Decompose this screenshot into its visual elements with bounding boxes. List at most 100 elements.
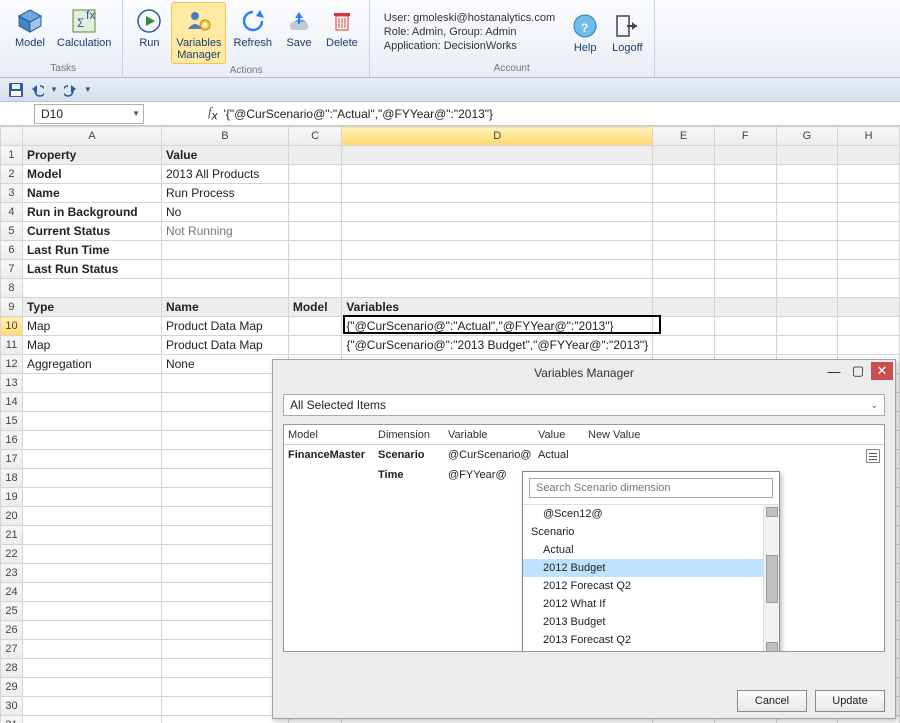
cell-G3[interactable] bbox=[776, 184, 838, 203]
filter-select[interactable]: All Selected Items ⌄ bbox=[283, 394, 885, 416]
row-header[interactable]: 16 bbox=[1, 431, 23, 450]
col-header-D[interactable]: D bbox=[342, 127, 653, 146]
cell-D9[interactable]: Variables bbox=[342, 298, 653, 317]
scroll-thumb[interactable] bbox=[766, 555, 778, 603]
help-button[interactable]: ? Help bbox=[565, 7, 605, 58]
cell-H9[interactable] bbox=[838, 298, 900, 317]
row-header[interactable]: 2 bbox=[1, 165, 23, 184]
row-header[interactable]: 10 bbox=[1, 317, 23, 336]
cell-F3[interactable] bbox=[714, 184, 776, 203]
cell-E6[interactable] bbox=[653, 241, 715, 260]
list-item[interactable]: 2012 Forecast Q2 bbox=[523, 577, 779, 595]
update-button[interactable]: Update bbox=[815, 690, 885, 712]
row-header[interactable]: 8 bbox=[1, 279, 23, 298]
cell-A12[interactable]: Aggregation bbox=[22, 355, 161, 374]
row-header[interactable]: 27 bbox=[1, 640, 23, 659]
chevron-down-icon[interactable]: ▼ bbox=[84, 85, 92, 94]
cell-A31[interactable] bbox=[22, 716, 161, 723]
cell-E11[interactable] bbox=[653, 336, 715, 355]
cell-A17[interactable] bbox=[22, 450, 161, 469]
cell-G8[interactable] bbox=[776, 279, 838, 298]
cell-F8[interactable] bbox=[714, 279, 776, 298]
cell-A14[interactable] bbox=[22, 393, 161, 412]
cell-F11[interactable] bbox=[714, 336, 776, 355]
cell-A27[interactable] bbox=[22, 640, 161, 659]
save-button[interactable]: Save bbox=[279, 2, 319, 53]
cell-A11[interactable]: Map bbox=[22, 336, 161, 355]
row-header[interactable]: 1 bbox=[1, 146, 23, 165]
col-header-C[interactable]: C bbox=[288, 127, 341, 146]
row-header[interactable]: 19 bbox=[1, 488, 23, 507]
cell-B31[interactable] bbox=[161, 716, 288, 723]
chevron-down-icon[interactable]: ▼ bbox=[132, 109, 140, 118]
cell-D10[interactable]: {"@CurScenario@":"Actual","@FYYear@":"20… bbox=[342, 317, 653, 336]
cell-G6[interactable] bbox=[776, 241, 838, 260]
cell-D8[interactable] bbox=[342, 279, 653, 298]
cell-E8[interactable] bbox=[653, 279, 715, 298]
cell-E9[interactable] bbox=[653, 298, 715, 317]
cell-A25[interactable] bbox=[22, 602, 161, 621]
row-header[interactable]: 21 bbox=[1, 526, 23, 545]
cell-D4[interactable] bbox=[342, 203, 653, 222]
cell-F5[interactable] bbox=[714, 222, 776, 241]
close-button[interactable]: ✕ bbox=[871, 362, 893, 380]
row-header[interactable]: 3 bbox=[1, 184, 23, 203]
cell-D3[interactable] bbox=[342, 184, 653, 203]
cell-D2[interactable] bbox=[342, 165, 653, 184]
cell-B15[interactable] bbox=[161, 412, 288, 431]
list-item[interactable]: 2012 Budget bbox=[523, 559, 779, 577]
cell-C9[interactable]: Model bbox=[288, 298, 341, 317]
row-header[interactable]: 4 bbox=[1, 203, 23, 222]
cell-F10[interactable] bbox=[714, 317, 776, 336]
cell-A3[interactable]: Name bbox=[22, 184, 161, 203]
cell-A9[interactable]: Type bbox=[22, 298, 161, 317]
cell-B5[interactable]: Not Running bbox=[161, 222, 288, 241]
row-header[interactable]: 25 bbox=[1, 602, 23, 621]
scrollbar[interactable] bbox=[763, 505, 779, 652]
cell-C4[interactable] bbox=[288, 203, 341, 222]
row-header[interactable]: 29 bbox=[1, 678, 23, 697]
cell-H11[interactable] bbox=[838, 336, 900, 355]
cell-B13[interactable] bbox=[161, 374, 288, 393]
cell-H10[interactable] bbox=[838, 317, 900, 336]
qat-redo-button[interactable] bbox=[64, 83, 78, 97]
cell-B12[interactable]: None bbox=[161, 355, 288, 374]
cell-C5[interactable] bbox=[288, 222, 341, 241]
cell-G2[interactable] bbox=[776, 165, 838, 184]
col-header-B[interactable]: B bbox=[161, 127, 288, 146]
cell-A8[interactable] bbox=[22, 279, 161, 298]
cell-B6[interactable] bbox=[161, 241, 288, 260]
cell-C7[interactable] bbox=[288, 260, 341, 279]
cell-A4[interactable]: Run in Background bbox=[22, 203, 161, 222]
list-item[interactable]: 2012 What If bbox=[523, 595, 779, 613]
cell-A5[interactable]: Current Status bbox=[22, 222, 161, 241]
cell-G5[interactable] bbox=[776, 222, 838, 241]
cell-B29[interactable] bbox=[161, 678, 288, 697]
delete-button[interactable]: Delete bbox=[321, 2, 363, 53]
cell-C10[interactable] bbox=[288, 317, 341, 336]
cell-B9[interactable]: Name bbox=[161, 298, 288, 317]
cell-B16[interactable] bbox=[161, 431, 288, 450]
col-header-A[interactable]: A bbox=[22, 127, 161, 146]
cell-A13[interactable] bbox=[22, 374, 161, 393]
cell-A22[interactable] bbox=[22, 545, 161, 564]
cell-B26[interactable] bbox=[161, 621, 288, 640]
col-header-F[interactable]: F bbox=[714, 127, 776, 146]
cell-A10[interactable]: Map bbox=[22, 317, 161, 336]
cell-E3[interactable] bbox=[653, 184, 715, 203]
list-item[interactable]: Scenario bbox=[523, 523, 779, 541]
refresh-button[interactable]: Refresh bbox=[228, 2, 277, 53]
cell-H7[interactable] bbox=[838, 260, 900, 279]
cell-B8[interactable] bbox=[161, 279, 288, 298]
cell-B25[interactable] bbox=[161, 602, 288, 621]
cancel-button[interactable]: Cancel bbox=[737, 690, 807, 712]
maximize-button[interactable]: ▢ bbox=[847, 362, 869, 380]
formula-value[interactable]: '{"@CurScenario@":"Actual","@FYYear@":"2… bbox=[224, 107, 493, 121]
cell-C6[interactable] bbox=[288, 241, 341, 260]
cell-F9[interactable] bbox=[714, 298, 776, 317]
cell-C1[interactable] bbox=[288, 146, 341, 165]
list-item[interactable]: @Scen12@ bbox=[523, 505, 779, 523]
cell-H5[interactable] bbox=[838, 222, 900, 241]
cell-B30[interactable] bbox=[161, 697, 288, 716]
cell-B3[interactable]: Run Process bbox=[161, 184, 288, 203]
